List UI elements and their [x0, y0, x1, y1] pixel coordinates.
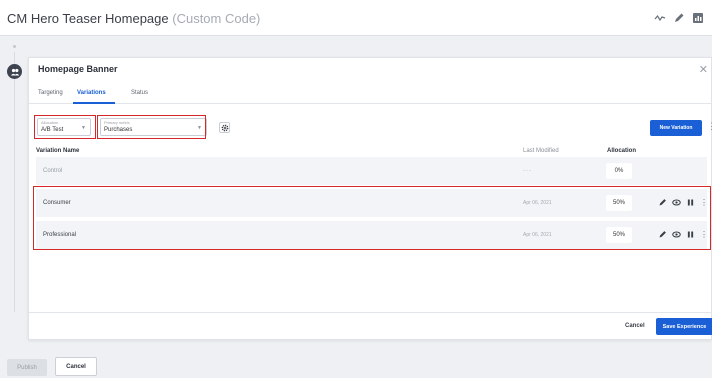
page-title-text: CM Hero Teaser Homepage [7, 11, 169, 26]
allocation-input[interactable]: 0% [606, 163, 632, 179]
activity-icon[interactable] [654, 12, 666, 24]
highlight-box [34, 115, 96, 139]
report-icon[interactable] [692, 12, 704, 24]
tab-status[interactable]: Status [131, 90, 148, 96]
close-icon[interactable]: ✕ [699, 63, 708, 76]
new-variation-button[interactable]: New Variation [650, 120, 702, 136]
more-options-icon[interactable]: ⋮ [707, 122, 712, 131]
pencil-icon[interactable] [673, 12, 685, 24]
cancel-button[interactable]: Cancel [625, 323, 645, 329]
tab-targeting[interactable]: Targeting [38, 90, 63, 96]
variation-name: Control [43, 168, 63, 174]
top-bar: CM Hero Teaser Homepage (Custom Code) [0, 0, 712, 36]
modal-footer: Cancel Save Experience [29, 312, 712, 341]
column-header-modified: Last Modified [523, 148, 559, 154]
column-header-name: Variation Name [36, 148, 80, 154]
audience-icon[interactable] [7, 64, 22, 79]
active-tab-indicator [73, 102, 115, 104]
save-experience-button[interactable]: Save Experience [656, 318, 712, 335]
settings-button[interactable] [219, 122, 230, 133]
tab-bar: Targeting Variations Status [29, 83, 712, 104]
last-modified: - - - [523, 168, 531, 174]
page-title-subtitle: (Custom Code) [172, 11, 261, 26]
highlight-box [97, 115, 206, 139]
top-icons [654, 12, 704, 24]
page-cancel-button[interactable]: Cancel [55, 357, 97, 376]
gear-icon [221, 124, 228, 131]
modal-title: Homepage Banner [38, 64, 118, 74]
column-header-allocation: Allocation [607, 148, 637, 154]
table-row[interactable]: Control - - - 0% [36, 157, 707, 185]
rail-dot [13, 45, 16, 48]
highlight-box [33, 186, 711, 250]
publish-button[interactable]: Publish [7, 359, 47, 376]
rail-line [14, 52, 15, 312]
tab-variations[interactable]: Variations [77, 90, 106, 96]
variations-modal: Homepage Banner ✕ Targeting Variations S… [28, 57, 712, 340]
page-title: CM Hero Teaser Homepage (Custom Code) [7, 11, 260, 26]
